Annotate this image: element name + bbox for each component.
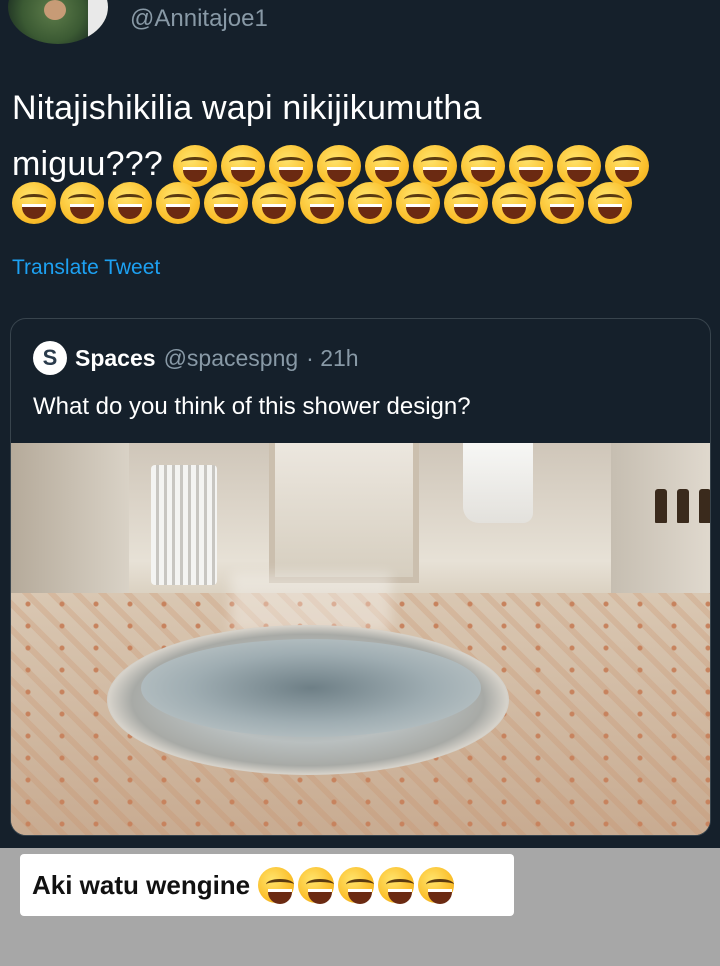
laughing-emoji-row [12, 182, 632, 224]
bottles [655, 489, 710, 523]
laughing-emoji-icon [508, 145, 553, 188]
laughing-emoji-icon [300, 182, 344, 224]
laughing-emoji-icon [460, 145, 505, 188]
quoted-tweet-header: Spaces @spacespng · 21h [33, 341, 359, 375]
quoted-tweet-text: What do you think of this shower design? [33, 393, 471, 420]
basin-water [141, 639, 481, 737]
story-caption: Aki watu wengine [20, 854, 514, 916]
laughing-emoji-icon [60, 182, 104, 224]
translate-tweet-link[interactable]: Translate Tweet [12, 256, 160, 280]
laughing-emoji-icon [588, 182, 632, 224]
quoted-tweet[interactable]: Spaces @spacespng · 21h What do you thin… [10, 318, 711, 836]
user-handle[interactable]: @Annitajoe1 [130, 5, 268, 33]
laughing-emoji-icon [172, 145, 217, 188]
laughing-emoji-icon [108, 182, 152, 224]
laughing-emoji-row [172, 145, 649, 188]
laughing-emoji-icon [412, 145, 457, 188]
quoted-timestamp[interactable]: · 21h [306, 345, 358, 372]
laughing-emoji-icon [316, 145, 361, 188]
tweet-text-line2: miguu??? [12, 145, 163, 183]
tweet-body: Nitajishikilia wapi nikijikumutha miguu?… [12, 80, 702, 192]
laughing-emoji-icon [378, 867, 415, 904]
hanging-towel [463, 443, 533, 523]
laughing-emoji-icon [396, 182, 440, 224]
radiator [151, 465, 217, 585]
laughing-emoji-icon [298, 867, 335, 904]
tweet-text-line1: Nitajishikilia wapi nikijikumutha [12, 89, 482, 127]
shower-water [231, 573, 391, 633]
laughing-emoji-icon [258, 867, 295, 904]
story-caption-text: Aki watu wengine [32, 869, 251, 900]
laughing-emoji-icon [156, 182, 200, 224]
bathroom-photo[interactable] [11, 443, 710, 835]
laughing-emoji-icon [220, 145, 265, 188]
laughing-emoji-icon [540, 182, 584, 224]
avatar-face [44, 0, 66, 20]
laughing-emoji-icon [252, 182, 296, 224]
laughing-emoji-icon [348, 182, 392, 224]
laughing-emoji-icon [364, 145, 409, 188]
laughing-emoji-icon [444, 182, 488, 224]
laughing-emoji-icon [204, 182, 248, 224]
doorway [269, 443, 419, 583]
quoted-author-handle[interactable]: @spacespng [164, 345, 299, 372]
spaces-logo-icon[interactable] [33, 341, 67, 375]
laughing-emoji-icon [492, 182, 536, 224]
laughing-emoji-icon [12, 182, 56, 224]
laughing-emoji-icon [418, 867, 455, 904]
laughing-emoji-icon [556, 145, 601, 188]
quoted-author-name[interactable]: Spaces [75, 345, 156, 372]
laughing-emoji-icon [268, 145, 313, 188]
laughing-emoji-icon [338, 867, 375, 904]
laughing-emoji-icon [604, 145, 649, 188]
